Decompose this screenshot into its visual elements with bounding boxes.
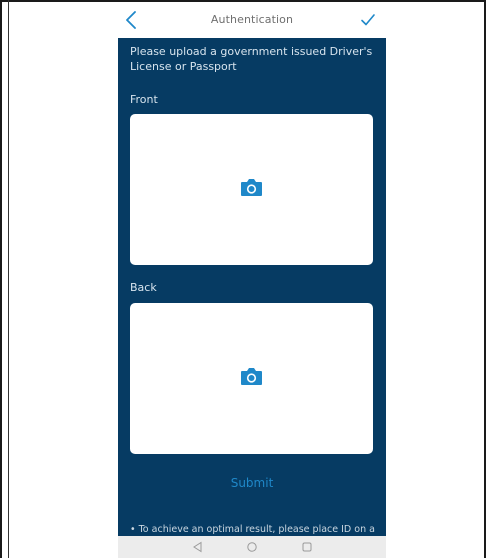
submit-button[interactable]: Submit: [118, 476, 386, 490]
frame-border-left: [0, 0, 2, 558]
phone-screen: Authentication Please upload a governmen…: [118, 4, 386, 558]
upload-panel: Please upload a government issued Driver…: [118, 38, 386, 540]
header-bar: Authentication: [118, 4, 386, 38]
check-icon[interactable]: [360, 12, 376, 28]
triangle-back-icon[interactable]: [192, 541, 204, 553]
back-label: Back: [130, 281, 157, 294]
frame-border-left-inner: [8, 0, 9, 558]
instructions-text: Please upload a government issued Driver…: [130, 45, 373, 73]
camera-icon: [241, 368, 262, 385]
square-recent-icon[interactable]: [301, 541, 313, 553]
front-label: Front: [130, 93, 158, 106]
footnote-text: • To achieve an optimal result, please p…: [130, 524, 375, 535]
circle-home-icon[interactable]: [246, 541, 258, 553]
page-title: Authentication: [210, 13, 294, 26]
system-nav-bar: [118, 536, 386, 558]
front-upload-area[interactable]: [130, 114, 373, 265]
camera-icon: [241, 179, 262, 196]
frame-border-top: [0, 0, 486, 2]
back-upload-area[interactable]: [130, 303, 373, 454]
